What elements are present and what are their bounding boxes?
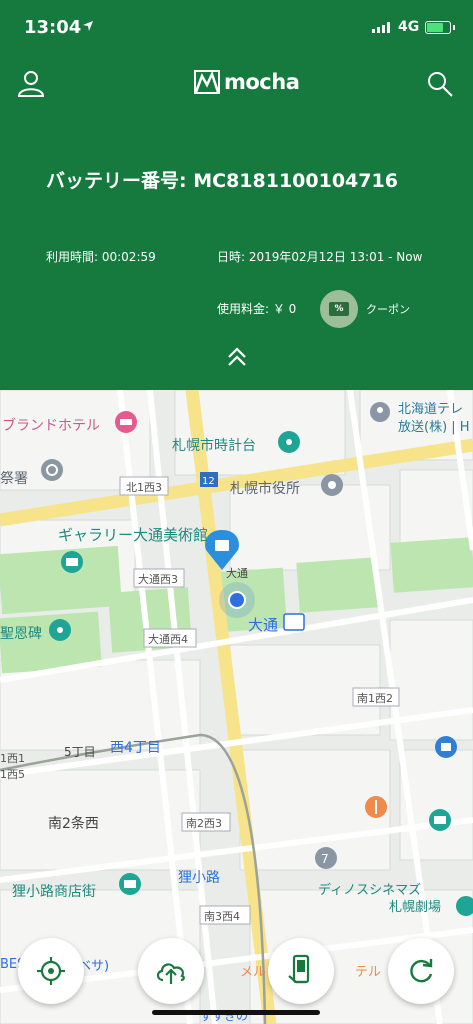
chevron-up-icon[interactable]	[224, 344, 250, 370]
map-label: 12	[202, 476, 215, 487]
landmark-icon[interactable]	[278, 431, 300, 453]
map-label: 5丁目	[64, 745, 96, 759]
map-label: 札幌劇場	[389, 899, 441, 915]
usage-fee: 使用料金: ￥ 0	[217, 302, 297, 316]
map-label: 大通西3	[138, 572, 178, 586]
status-bar: 13:04 4G	[0, 0, 473, 56]
map-label: 大通西4	[148, 632, 188, 646]
phone-battery-icon	[288, 954, 310, 984]
map-label: 南1西2	[357, 692, 393, 705]
map-label: 放送(株) | H	[398, 420, 470, 435]
map-label: メル	[240, 965, 266, 980]
mocha-logo-icon	[194, 70, 220, 94]
locate-button[interactable]	[18, 938, 84, 1004]
svg-text:7: 7	[321, 852, 329, 866]
coupon-label[interactable]: クーポン	[366, 301, 410, 317]
map-view[interactable]: 7 北海道テレ 放送(株) | H ブランドホテル 札幌市時計台 祭署 札幌市役…	[0, 390, 473, 1024]
map-label: 札幌市役所	[230, 480, 300, 497]
map-label: 1西1	[0, 752, 25, 765]
home-indicator[interactable]	[152, 1010, 320, 1015]
user-icon[interactable]	[16, 68, 46, 98]
map-label: 北1西3	[126, 481, 162, 494]
rental-date: 日時: 2019年02月12日 13:01 - Now	[217, 250, 423, 264]
refresh-button[interactable]	[388, 938, 454, 1004]
crosshair-icon	[37, 957, 65, 985]
app-logo: mocha	[194, 70, 300, 94]
restaurant-icon[interactable]	[365, 796, 387, 818]
location-arrow-icon	[83, 21, 93, 31]
map-label: ギャラリー大通美術館	[58, 526, 208, 544]
police-icon[interactable]	[41, 459, 63, 481]
search-icon[interactable]	[426, 70, 454, 98]
bank-icon[interactable]	[119, 873, 141, 895]
shopping-icon[interactable]	[435, 736, 457, 758]
status-time: 13:04	[24, 17, 82, 38]
current-location-icon	[219, 582, 255, 618]
signal-icon	[372, 22, 390, 33]
refresh-icon	[410, 959, 433, 983]
coupon-icon: %	[329, 302, 349, 316]
map-label: ブランドホテル	[2, 417, 100, 434]
map-label: 南2西3	[186, 817, 222, 830]
map-label: 狸小路	[178, 870, 220, 886]
map-canvas[interactable]: 7 北海道テレ 放送(株) | H ブランドホテル 札幌市時計台 祭署 札幌市役…	[0, 390, 473, 1024]
battery-number: バッテリー番号: MC8181100104716	[46, 170, 398, 192]
map-label: 南2条西	[48, 815, 99, 832]
battery-status-icon	[425, 21, 455, 34]
map-label: 大通	[248, 616, 278, 634]
map-label: 札幌市時計台	[172, 437, 256, 454]
map-label: 祭署	[0, 471, 28, 487]
map-label: 大通	[226, 566, 248, 580]
map-label: 聖恩碑	[0, 626, 42, 642]
station-icon[interactable]	[283, 613, 305, 631]
map-label: テル	[355, 965, 381, 980]
cityhall-icon[interactable]	[321, 474, 343, 496]
network-type: 4G	[398, 19, 420, 35]
map-label: 西4丁目	[110, 740, 161, 756]
map-label: 南3西4	[204, 910, 240, 923]
hotel-icon[interactable]	[115, 411, 137, 433]
coupon-button[interactable]: %	[320, 290, 358, 328]
battery-return-button[interactable]	[268, 938, 334, 1004]
map-label: ディノスシネマズ	[318, 882, 421, 898]
header-panel: 13:04 4G mocha バッテリー番号: MC8181100104716 …	[0, 0, 473, 390]
map-label: 狸小路商店街	[12, 884, 96, 900]
upload-button[interactable]	[138, 938, 204, 1004]
convenience-store-icon[interactable]: 7	[315, 847, 337, 869]
museum-icon[interactable]	[61, 551, 83, 573]
map-label: 1西5	[0, 768, 25, 781]
info-pin-icon[interactable]	[370, 402, 390, 422]
logo-text: mocha	[224, 70, 300, 94]
monument-icon[interactable]	[49, 619, 71, 641]
bank-icon[interactable]	[429, 809, 451, 831]
usage-time: 利用時間: 00:02:59	[46, 250, 156, 264]
cloud-upload-icon	[156, 963, 185, 984]
map-label: 北海道テレ	[398, 402, 463, 417]
